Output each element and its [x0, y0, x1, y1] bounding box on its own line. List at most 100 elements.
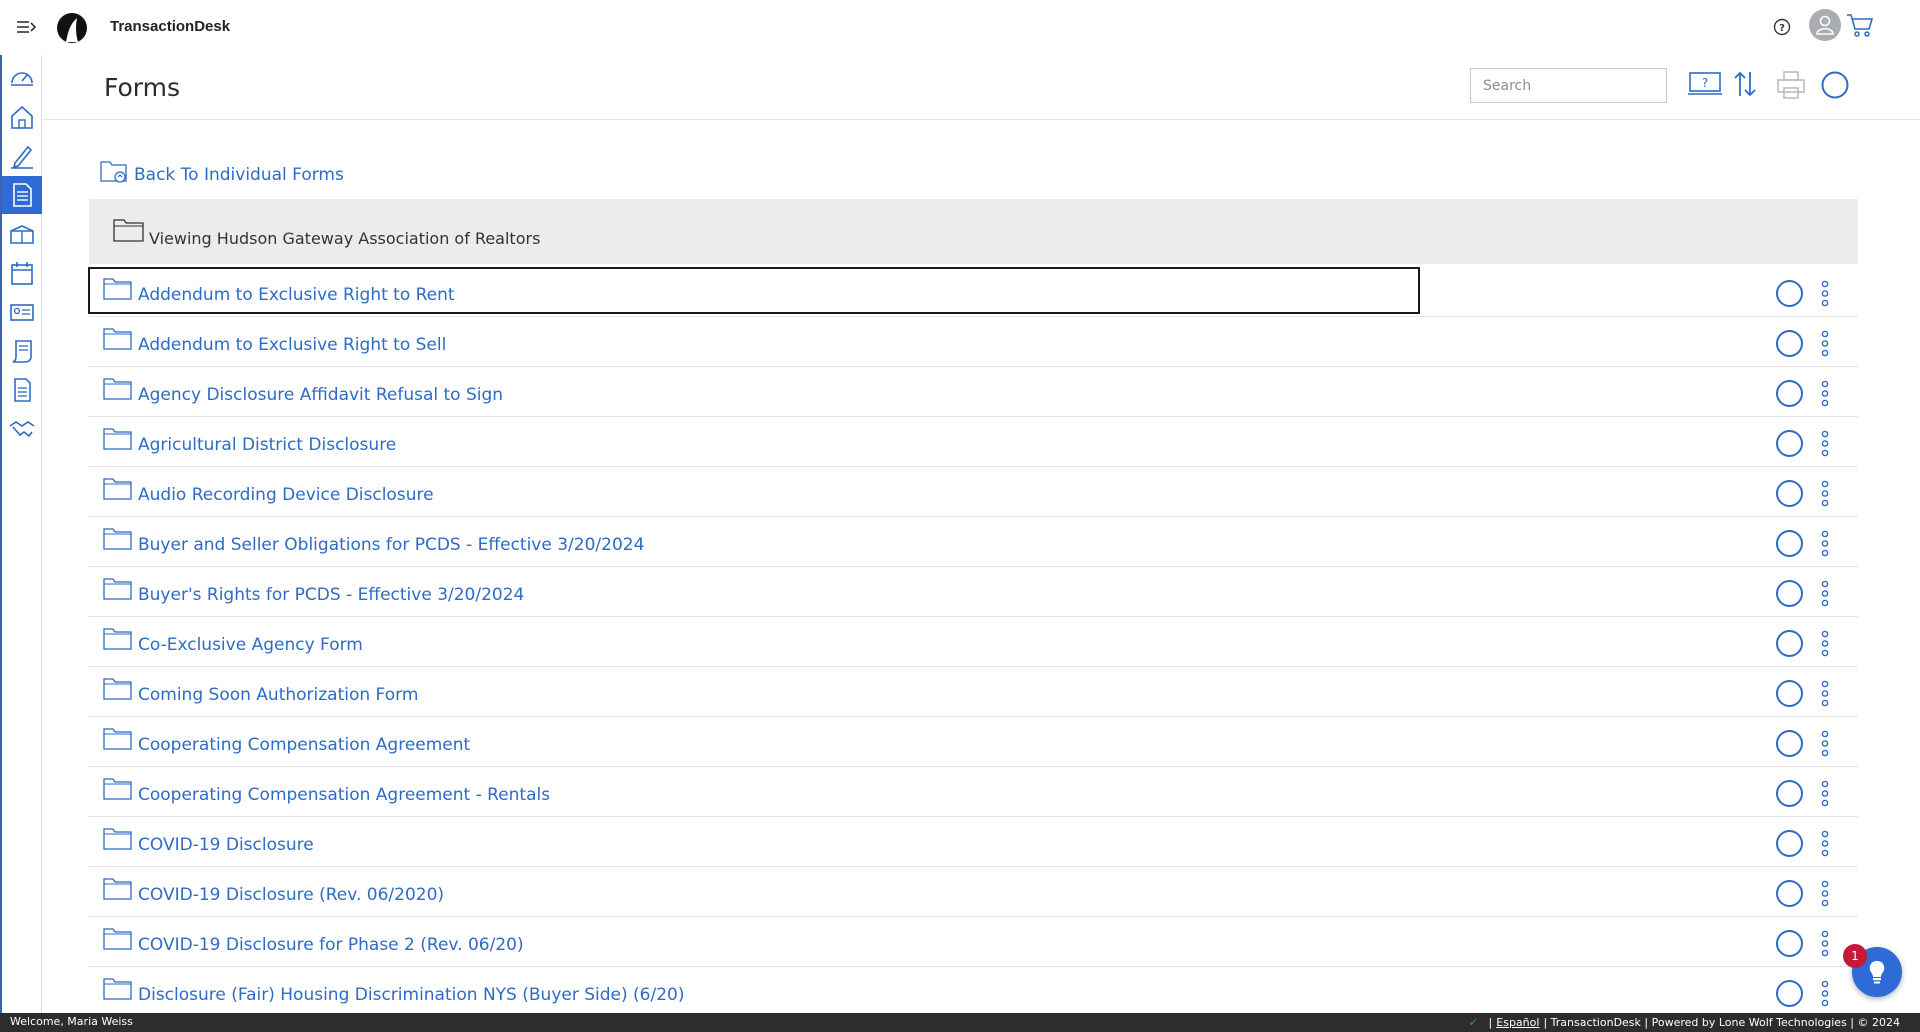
form-select-circle[interactable]: [1776, 880, 1803, 907]
form-name-link[interactable]: COVID-19 Disclosure for Phase 2 (Rev. 06…: [138, 935, 524, 955]
form-row[interactable]: Addendum to Exclusive Right to Sell: [89, 317, 1858, 367]
sidebar-item-forms[interactable]: [2, 176, 42, 214]
form-row[interactable]: Coming Soon Authorization Form: [89, 667, 1858, 717]
form-row[interactable]: COVID-19 Disclosure for Phase 2 (Rev. 06…: [89, 917, 1858, 967]
more-options-icon[interactable]: [1820, 780, 1830, 807]
select-all-circle[interactable]: [1820, 70, 1850, 100]
folder-icon: [103, 928, 132, 950]
form-select-circle[interactable]: [1776, 930, 1803, 957]
folder-icon: [103, 978, 132, 1000]
more-options-icon[interactable]: [1820, 930, 1830, 957]
sidebar-item-sign[interactable]: [2, 137, 42, 175]
form-select-circle[interactable]: [1776, 530, 1803, 557]
more-options-icon[interactable]: [1820, 280, 1830, 307]
forms-list: Addendum to Exclusive Right to Rent Adden…: [88, 267, 1858, 1017]
form-select-circle[interactable]: [1776, 480, 1803, 507]
more-options-icon[interactable]: [1820, 830, 1830, 857]
form-name-link[interactable]: COVID-19 Disclosure (Rev. 06/2020): [138, 885, 444, 905]
sidebar-item-home[interactable]: [2, 98, 42, 136]
sidebar-item-listings[interactable]: [2, 215, 42, 253]
dashboard-icon: [11, 72, 33, 86]
back-link-label: Back To Individual Forms: [134, 165, 344, 185]
form-row[interactable]: Agency Disclosure Affidavit Refusal to S…: [89, 367, 1858, 417]
folder-icon: [103, 778, 132, 800]
more-options-icon[interactable]: [1820, 980, 1830, 1007]
form-row[interactable]: COVID-19 Disclosure: [89, 817, 1858, 867]
form-row[interactable]: COVID-19 Disclosure (Rev. 06/2020): [89, 867, 1858, 917]
help-icon[interactable]: ?: [1773, 18, 1791, 36]
more-options-icon[interactable]: [1820, 580, 1830, 607]
form-select-circle[interactable]: [1776, 280, 1803, 307]
form-name-link[interactable]: Agency Disclosure Affidavit Refusal to S…: [138, 385, 503, 405]
form-select-circle[interactable]: [1776, 630, 1803, 657]
user-icon: [1816, 15, 1834, 35]
form-name-link[interactable]: Cooperating Compensation Agreement: [138, 735, 470, 755]
form-select-circle[interactable]: [1776, 730, 1803, 757]
form-name-link[interactable]: Agricultural District Disclosure: [138, 435, 396, 455]
form-select-circle[interactable]: [1776, 580, 1803, 607]
form-row[interactable]: Cooperating Compensation Agreement - Ren…: [89, 767, 1858, 817]
form-row[interactable]: Co-Exclusive Agency Form: [89, 617, 1858, 667]
folder-back-icon: [100, 161, 127, 183]
form-name-link[interactable]: Coming Soon Authorization Form: [138, 685, 418, 705]
app-title: TransactionDesk: [110, 18, 231, 35]
more-options-icon[interactable]: [1820, 630, 1830, 657]
form-select-circle[interactable]: [1776, 680, 1803, 707]
form-select-circle[interactable]: [1776, 330, 1803, 357]
more-options-icon[interactable]: [1820, 880, 1830, 907]
form-row[interactable]: Disclosure (Fair) Housing Discrimination…: [89, 967, 1858, 1017]
sidebar-item-contacts[interactable]: [2, 293, 42, 331]
espanol-link[interactable]: Español: [1496, 1016, 1539, 1029]
more-options-icon[interactable]: [1820, 530, 1830, 557]
form-row[interactable]: Buyer and Seller Obligations for PCDS - …: [89, 517, 1858, 567]
form-name-link[interactable]: Addendum to Exclusive Right to Rent: [138, 285, 455, 305]
file-text-icon: [14, 378, 31, 402]
form-name-link[interactable]: Buyer's Rights for PCDS - Effective 3/20…: [138, 585, 524, 605]
back-to-individual-forms-link[interactable]: Back To Individual Forms: [100, 159, 344, 185]
sidebar-item-documents[interactable]: [2, 332, 42, 370]
form-name-link[interactable]: Audio Recording Device Disclosure: [138, 485, 434, 505]
print-icon[interactable]: [1776, 70, 1806, 100]
help-screen-icon[interactable]: ?: [1688, 70, 1722, 98]
left-sidebar: [0, 55, 42, 1013]
top-header: TransactionDesk ?: [0, 0, 1920, 55]
user-avatar[interactable]: [1809, 9, 1841, 41]
form-select-circle[interactable]: [1776, 830, 1803, 857]
folder-icon: [103, 328, 132, 350]
form-row[interactable]: Audio Recording Device Disclosure: [89, 467, 1858, 517]
search-input[interactable]: [1470, 68, 1667, 103]
form-select-circle[interactable]: [1776, 980, 1803, 1007]
viewing-association-bar: Viewing Hudson Gateway Association of Re…: [89, 199, 1858, 264]
more-options-icon[interactable]: [1820, 480, 1830, 507]
form-row[interactable]: Agricultural District Disclosure: [89, 417, 1858, 467]
form-row[interactable]: Buyer's Rights for PCDS - Effective 3/20…: [89, 567, 1858, 617]
sidebar-item-reports[interactable]: [2, 371, 42, 409]
cart-icon[interactable]: [1846, 12, 1874, 38]
form-name-link[interactable]: Co-Exclusive Agency Form: [138, 635, 363, 655]
more-options-icon[interactable]: [1820, 680, 1830, 707]
form-select-circle[interactable]: [1776, 780, 1803, 807]
form-row[interactable]: Addendum to Exclusive Right to Rent: [88, 267, 1858, 317]
form-row[interactable]: Cooperating Compensation Agreement: [89, 717, 1858, 767]
form-name-link[interactable]: Cooperating Compensation Agreement - Ren…: [138, 785, 550, 805]
form-name-link[interactable]: Disclosure (Fair) Housing Discrimination…: [138, 985, 684, 1005]
more-options-icon[interactable]: [1820, 330, 1830, 357]
form-name-link[interactable]: COVID-19 Disclosure: [138, 835, 314, 855]
folder-icon: [103, 678, 132, 700]
viewing-label: Viewing Hudson Gateway Association of Re…: [149, 229, 541, 248]
more-options-icon[interactable]: [1820, 380, 1830, 407]
sidebar-item-calendar[interactable]: [2, 254, 42, 292]
sort-icon[interactable]: [1733, 70, 1757, 98]
check-icon: ✓: [1468, 1015, 1479, 1029]
more-options-icon[interactable]: [1820, 430, 1830, 457]
form-select-circle[interactable]: [1776, 380, 1803, 407]
more-options-icon[interactable]: [1820, 730, 1830, 757]
form-name-link[interactable]: Addendum to Exclusive Right to Sell: [138, 335, 446, 355]
sidebar-item-transactions[interactable]: [2, 410, 42, 448]
folder-icon: [103, 528, 132, 550]
menu-toggle-icon[interactable]: [16, 18, 38, 36]
folder-icon: [103, 478, 132, 500]
form-name-link[interactable]: Buyer and Seller Obligations for PCDS - …: [138, 535, 644, 555]
form-select-circle[interactable]: [1776, 430, 1803, 457]
sidebar-item-dashboard[interactable]: [2, 59, 42, 97]
